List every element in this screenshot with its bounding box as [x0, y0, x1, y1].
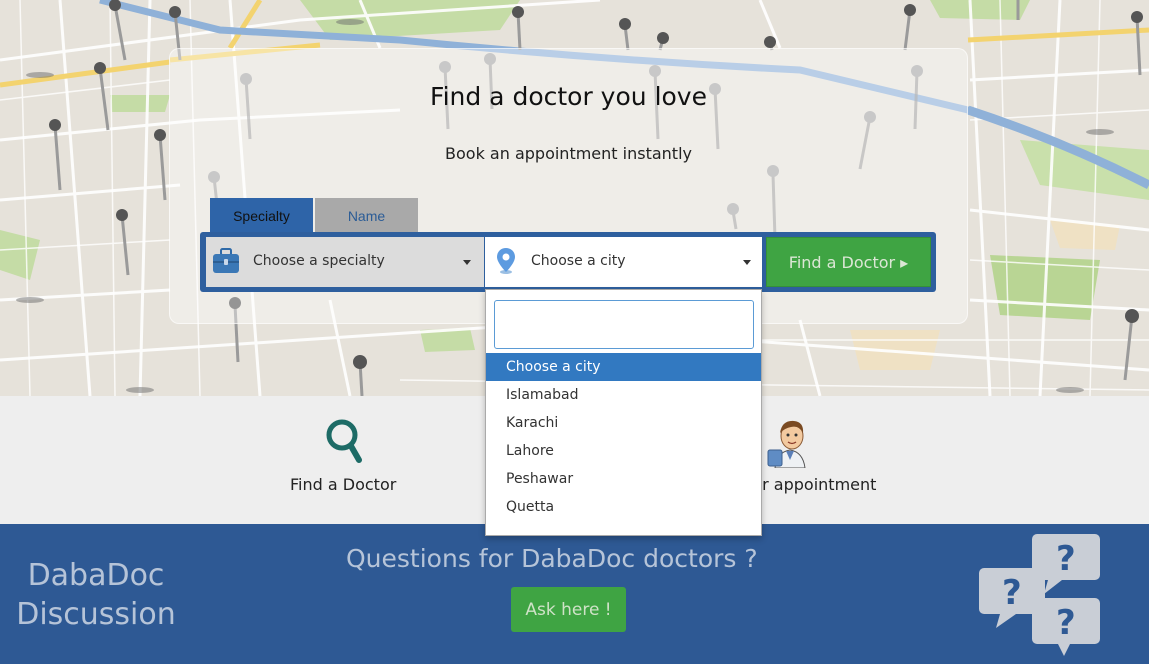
svg-text:?: ?	[1056, 539, 1076, 579]
city-option-choose[interactable]: Choose a city	[486, 353, 761, 381]
chevron-down-icon	[743, 260, 751, 265]
hero-headline: Find a doctor you love	[430, 82, 707, 111]
hero-subline: Book an appointment instantly	[445, 144, 692, 163]
specialty-select[interactable]: Choose a specialty	[206, 237, 484, 287]
ask-here-button[interactable]: Ask here !	[511, 587, 626, 632]
city-select-label: Choose a city	[531, 253, 626, 269]
city-option-quetta[interactable]: Quetta	[486, 493, 761, 521]
doctor-avatar-icon	[765, 416, 815, 472]
city-option-karachi[interactable]: Karachi	[486, 409, 761, 437]
location-pin-icon	[496, 247, 516, 279]
city-option-lahore[interactable]: Lahore	[486, 437, 761, 465]
city-option-islamabad[interactable]: Islamabad	[486, 381, 761, 409]
question-bubbles-icon: ? ? ?	[978, 532, 1102, 660]
specialty-select-label: Choose a specialty	[253, 253, 385, 269]
briefcase-icon	[212, 248, 240, 278]
tab-name[interactable]: Name	[315, 198, 418, 234]
svg-text:?: ?	[1002, 573, 1022, 613]
svg-text:?: ?	[1056, 603, 1076, 643]
city-select[interactable]: Choose a city	[485, 237, 762, 287]
step-appointment-label: ur appointment	[752, 475, 877, 494]
tab-specialty[interactable]: Specialty	[210, 198, 313, 234]
step-find-doctor-label: Find a Doctor	[290, 475, 397, 494]
city-search-input[interactable]	[494, 300, 754, 349]
search-icon	[325, 418, 363, 468]
city-dropdown: Choose a city Islamabad Karachi Lahore P…	[485, 289, 762, 536]
city-option-peshawar[interactable]: Peshawar	[486, 465, 761, 493]
find-doctor-button[interactable]: Find a Doctor ▸	[766, 237, 931, 287]
discussion-section: DabaDoc Discussion Questions for DabaDoc…	[0, 524, 1149, 664]
discussion-title: DabaDoc Discussion	[16, 558, 176, 632]
chevron-down-icon	[463, 260, 471, 265]
discussion-question: Questions for DabaDoc doctors ?	[346, 544, 758, 573]
